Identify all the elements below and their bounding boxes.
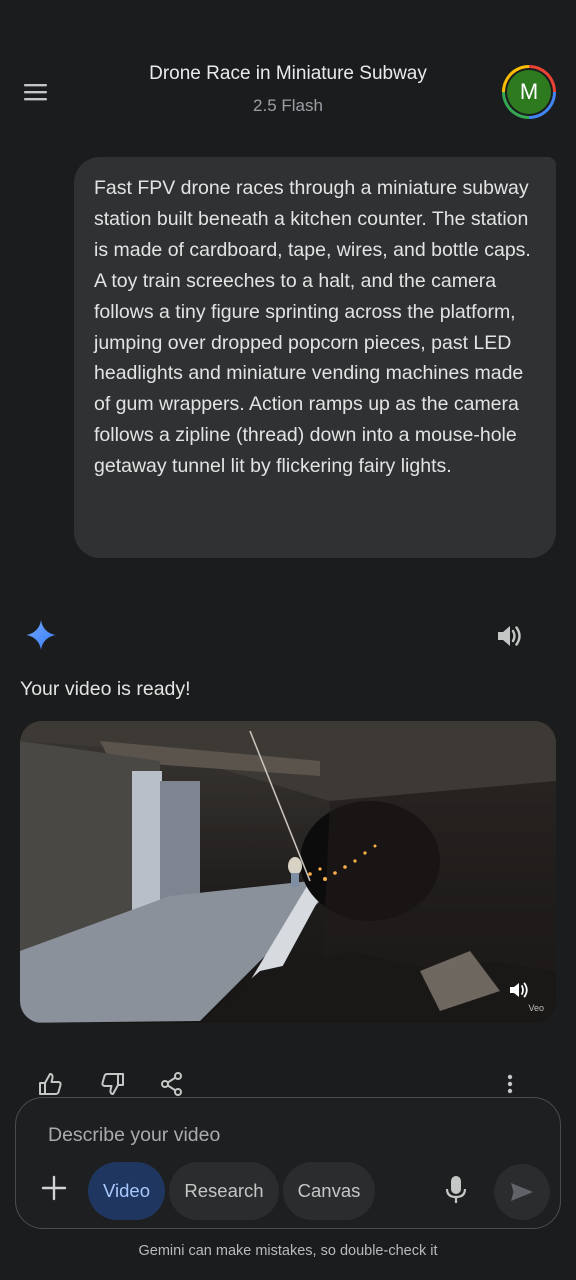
thumbs-down-icon bbox=[101, 1073, 124, 1095]
thumbs-up-button[interactable] bbox=[36, 1070, 66, 1098]
video-frame-image bbox=[20, 721, 556, 1023]
generated-video-player[interactable]: Veo bbox=[20, 721, 556, 1023]
read-aloud-button[interactable] bbox=[492, 619, 526, 653]
send-button[interactable] bbox=[494, 1164, 550, 1220]
thumbs-down-button[interactable] bbox=[97, 1070, 127, 1098]
gemini-chat-screen: Drone Race in Miniature Subway 2.5 Flash… bbox=[0, 0, 576, 1280]
send-icon bbox=[511, 1183, 533, 1201]
response-status-text: Your video is ready! bbox=[20, 678, 191, 700]
veo-watermark: Veo bbox=[528, 1003, 544, 1013]
more-vert-icon bbox=[507, 1074, 513, 1094]
video-tool-chip[interactable]: Video bbox=[88, 1162, 165, 1220]
hamburger-menu-icon bbox=[24, 84, 47, 101]
menu-button[interactable] bbox=[16, 72, 56, 112]
user-prompt-bubble[interactable]: Fast FPV drone races through a miniature… bbox=[74, 157, 556, 558]
share-icon bbox=[161, 1072, 182, 1096]
add-attachment-button[interactable] bbox=[38, 1172, 70, 1204]
canvas-tool-chip[interactable]: Canvas bbox=[283, 1162, 375, 1220]
top-app-bar: Drone Race in Miniature Subway 2.5 Flash… bbox=[0, 0, 576, 140]
research-tool-chip[interactable]: Research bbox=[169, 1162, 279, 1220]
prompt-input[interactable]: Describe your video bbox=[48, 1124, 220, 1147]
more-options-button[interactable] bbox=[495, 1070, 525, 1098]
model-name: 2.5 Flash bbox=[253, 96, 323, 115]
disclaimer-text: Gemini can make mistakes, so double-chec… bbox=[138, 1243, 438, 1259]
microphone-icon bbox=[445, 1176, 467, 1203]
account-avatar-button[interactable]: M bbox=[502, 65, 556, 119]
share-button[interactable] bbox=[157, 1070, 187, 1098]
microphone-button[interactable] bbox=[440, 1172, 472, 1208]
speaker-icon bbox=[498, 626, 521, 646]
avatar: M bbox=[507, 70, 551, 114]
prompt-composer: Describe your video Video Research Canva… bbox=[15, 1097, 561, 1229]
user-prompt-text: Fast FPV drone races through a miniature… bbox=[94, 177, 531, 478]
thumbs-up-icon bbox=[39, 1073, 62, 1095]
conversation-title: Drone Race in Miniature Subway bbox=[149, 63, 427, 84]
video-volume-icon[interactable] bbox=[508, 979, 530, 1001]
title-block[interactable]: Drone Race in Miniature Subway 2.5 Flash bbox=[100, 60, 476, 117]
plus-icon bbox=[41, 1175, 67, 1201]
gemini-spark-icon bbox=[26, 620, 56, 650]
